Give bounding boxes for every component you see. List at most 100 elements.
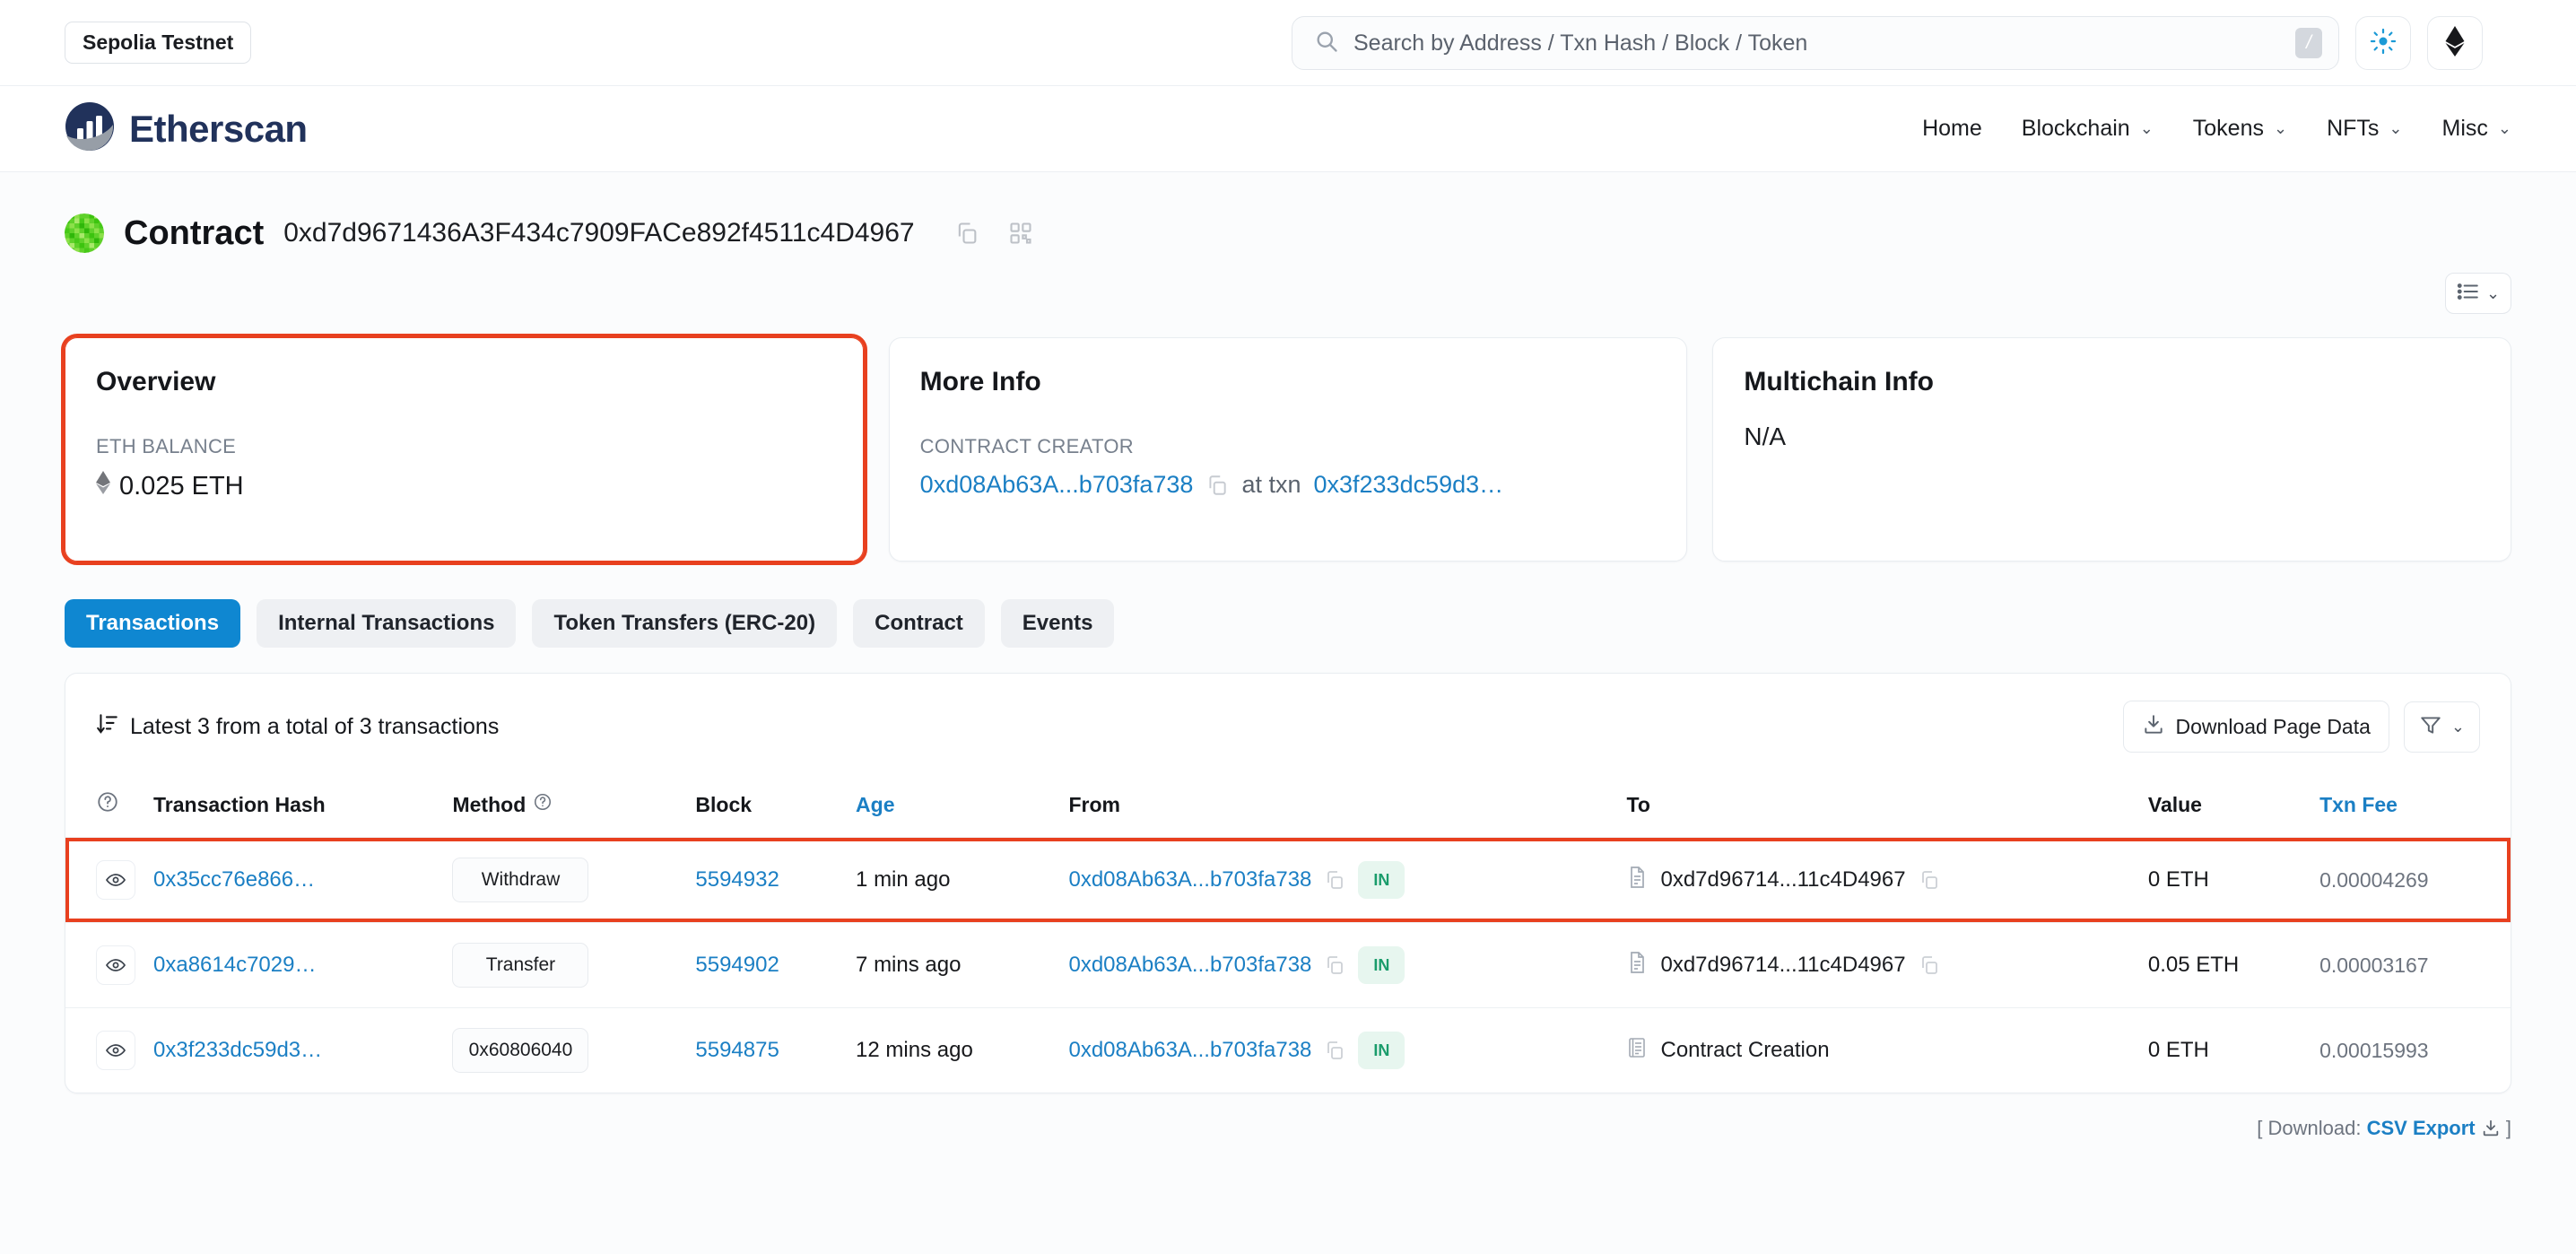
panel-header: Latest 3 from a total of 3 transactions … xyxy=(65,674,2511,778)
search-input[interactable] xyxy=(1353,30,2281,57)
transaction-hash-link[interactable]: 0x35cc76e866… xyxy=(153,867,315,892)
nav-item-label: Blockchain xyxy=(2021,116,2130,141)
block-link[interactable]: 5594875 xyxy=(695,1038,779,1062)
chevron-down-icon: ⌄ xyxy=(2485,283,2501,302)
tab-token-transfers[interactable]: Token Transfers (ERC-20) xyxy=(532,599,838,648)
nav-item-label: Tokens xyxy=(2192,116,2264,141)
search-area: / xyxy=(1292,16,2483,70)
ethereum-diamond-icon xyxy=(96,471,110,501)
qr-code-icon[interactable] xyxy=(1008,221,1033,246)
contract-creator-label: CONTRACT CREATOR xyxy=(919,435,1134,457)
transaction-hash-link[interactable]: 0xa8614c7029… xyxy=(153,953,316,977)
csv-export-link[interactable]: CSV Export xyxy=(2367,1117,2476,1139)
column-header-txn-fee[interactable]: Txn Fee xyxy=(2311,778,2511,838)
eye-icon[interactable] xyxy=(96,1031,135,1070)
multichain-card-title: Multichain Info xyxy=(1744,367,1934,396)
download-prefix: [ Download: xyxy=(2257,1117,2362,1139)
column-header-info[interactable] xyxy=(65,778,144,838)
cell-transaction-hash: 0x35cc76e866… xyxy=(144,837,444,923)
brand-name: Etherscan xyxy=(129,107,308,150)
at-txn-label: at txn xyxy=(1241,471,1301,498)
panel-actions: Download Page Data ⌄ xyxy=(2122,701,2480,753)
cell-block: 5594875 xyxy=(686,1008,847,1093)
page-body: Contract 0xd7d9671436A3F434c7909FACe892f… xyxy=(0,172,2576,1254)
transactions-panel: Latest 3 from a total of 3 transactions … xyxy=(65,673,2511,1093)
search-box[interactable]: / xyxy=(1292,16,2339,70)
eye-icon[interactable] xyxy=(96,860,135,900)
from-address-link[interactable]: 0xd08Ab63A...b703fa738 xyxy=(1068,1038,1311,1063)
to-address[interactable]: 0xd7d96714...11c4D4967 xyxy=(1660,867,1905,893)
download-icon xyxy=(2481,1117,2506,1139)
contract-file-icon xyxy=(1626,951,1648,980)
overview-card: Overview ETH BALANCE 0.025 ETH xyxy=(61,334,867,565)
tab-contract[interactable]: Contract xyxy=(853,599,985,648)
copy-icon[interactable] xyxy=(1324,1040,1345,1061)
from-address-link[interactable]: 0xd08Ab63A...b703fa738 xyxy=(1068,867,1311,893)
method-badge[interactable]: Withdraw xyxy=(452,858,589,902)
more-info-card: More Info CONTRACT CREATOR 0xd08Ab63A...… xyxy=(888,337,1688,562)
row-preview-cell xyxy=(65,1008,144,1093)
from-address-link[interactable]: 0xd08Ab63A...b703fa738 xyxy=(1068,953,1311,978)
eye-icon[interactable] xyxy=(96,945,135,985)
table-body: 0x35cc76e866… Withdraw 5594932 1 min ago… xyxy=(65,837,2511,1093)
nav-item-misc[interactable]: Misc ⌄ xyxy=(2442,116,2511,142)
method-badge[interactable]: Transfer xyxy=(452,943,589,988)
copy-icon[interactable] xyxy=(1205,474,1229,497)
block-link[interactable]: 5594902 xyxy=(695,953,779,977)
cell-method: 0x60806040 xyxy=(443,1008,686,1093)
table-row[interactable]: 0x3f233dc59d3… 0x60806040 5594875 12 min… xyxy=(65,1008,2511,1093)
cell-to: Contract Creation xyxy=(1617,1008,2138,1093)
tab-internal-transactions[interactable]: Internal Transactions xyxy=(257,599,517,648)
creator-address-link[interactable]: 0xd08Ab63A...b703fa738 xyxy=(920,471,1194,499)
cell-age: 7 mins ago xyxy=(847,922,1060,1008)
cell-txn-fee: 0.00004269 xyxy=(2311,837,2511,923)
brand-logo[interactable]: Etherscan xyxy=(65,101,308,156)
copy-icon[interactable] xyxy=(1324,869,1345,891)
copy-icon[interactable] xyxy=(954,221,979,246)
copy-icon[interactable] xyxy=(1919,869,1940,891)
chevron-down-icon: ⌄ xyxy=(2497,119,2511,137)
chain-selector-button[interactable] xyxy=(2427,16,2483,70)
block-link[interactable]: 5594932 xyxy=(695,867,779,892)
to-address[interactable]: 0xd7d96714...11c4D4967 xyxy=(1660,953,1905,978)
column-header-transaction-hash: Transaction Hash xyxy=(144,778,444,838)
nav-item-tokens[interactable]: Tokens ⌄ xyxy=(2193,116,2287,142)
cell-block: 5594932 xyxy=(686,837,848,923)
content-tabs: Transactions Internal Transactions Token… xyxy=(0,562,2576,648)
nav-item-label: Home xyxy=(1922,116,1982,141)
cell-value: 0 ETH xyxy=(2147,1038,2209,1062)
column-header-age[interactable]: Age xyxy=(847,778,1060,838)
network-selector[interactable]: Sepolia Testnet xyxy=(65,22,252,64)
nav-item-nfts[interactable]: NFTs ⌄ xyxy=(2327,116,2402,142)
funnel-icon xyxy=(2419,713,2442,741)
transaction-hash-link[interactable]: 0x3f233dc59d3… xyxy=(153,1038,322,1062)
contract-file-icon xyxy=(1626,866,1648,895)
table-row[interactable]: 0x35cc76e866… Withdraw 5594932 1 min ago… xyxy=(65,837,2511,923)
column-header-value: Value xyxy=(2138,778,2311,838)
chevron-down-icon: ⌄ xyxy=(2450,717,2465,736)
page-header: Contract 0xd7d9671436A3F434c7909FACe892f… xyxy=(0,172,2576,253)
nav-links: Home Blockchain ⌄ Tokens ⌄ NFTs ⌄ Misc ⌄ xyxy=(1922,116,2511,142)
to-address: Contract Creation xyxy=(1660,1038,1830,1062)
table-header-row: Transaction Hash Method Block Age From T… xyxy=(65,778,2511,838)
copy-icon[interactable] xyxy=(1919,954,1940,976)
column-header-method-label: Method xyxy=(452,792,527,816)
theme-toggle-button[interactable] xyxy=(2355,16,2411,70)
download-icon xyxy=(2142,713,2165,740)
table-row[interactable]: 0xa8614c7029… Transfer 5594902 7 mins ag… xyxy=(65,922,2511,1008)
question-mark-icon xyxy=(533,792,553,817)
nav-item-blockchain[interactable]: Blockchain ⌄ xyxy=(2022,116,2154,142)
download-page-data-button[interactable]: Download Page Data xyxy=(2122,701,2389,753)
list-view-button[interactable]: ⌄ xyxy=(2445,273,2511,314)
nav-item-home[interactable]: Home xyxy=(1922,116,1982,142)
tab-events[interactable]: Events xyxy=(1000,599,1115,648)
cell-method: Withdraw xyxy=(443,837,687,923)
method-badge[interactable]: 0x60806040 xyxy=(452,1028,589,1073)
summary-cards: Overview ETH BALANCE 0.025 ETH More Info… xyxy=(0,314,2576,565)
filter-button[interactable]: ⌄ xyxy=(2403,701,2480,753)
copy-icon[interactable] xyxy=(1324,954,1345,976)
tab-transactions[interactable]: Transactions xyxy=(65,599,241,648)
direction-badge: IN xyxy=(1358,861,1405,899)
ethereum-diamond-icon xyxy=(2445,25,2465,61)
creation-txn-link[interactable]: 0x3f233dc59d3… xyxy=(1313,471,1503,499)
